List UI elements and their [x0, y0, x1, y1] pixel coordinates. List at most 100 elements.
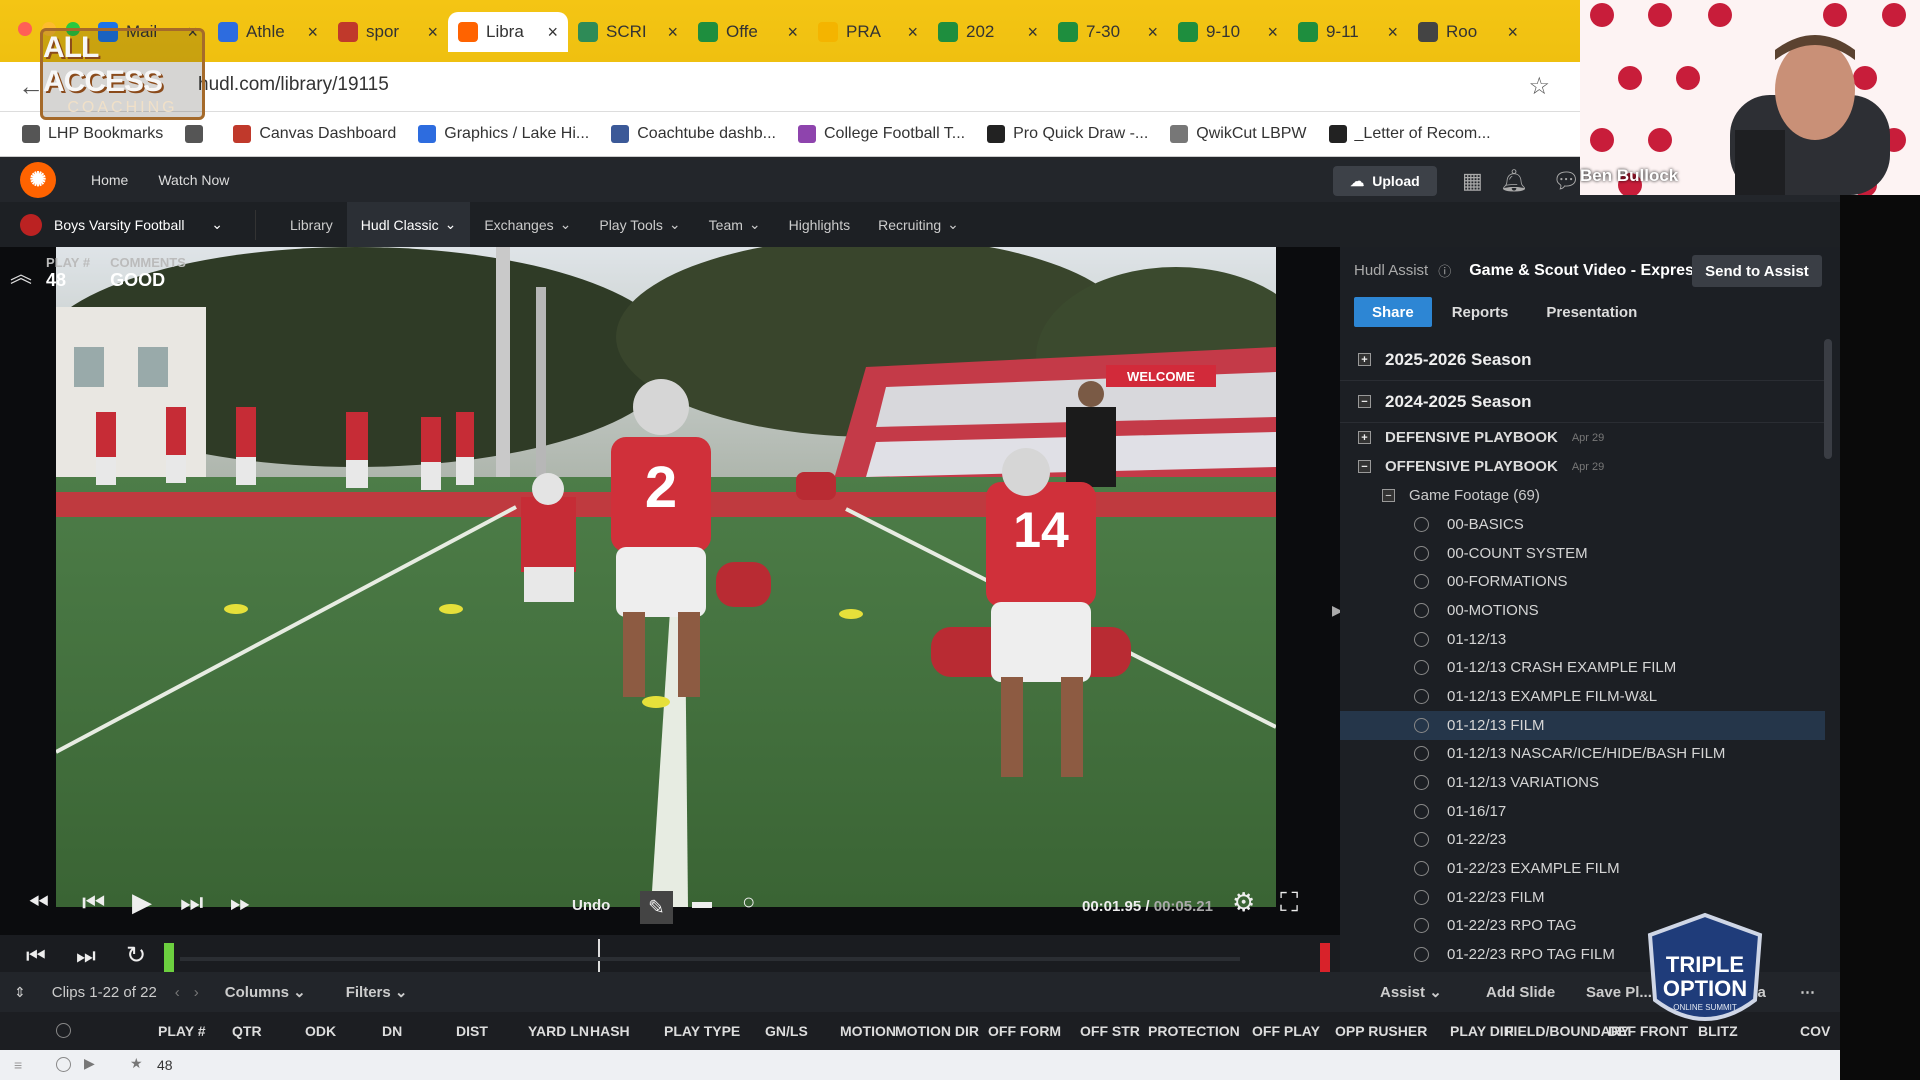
bookmark-item[interactable]: _Letter of Recom...	[1328, 125, 1491, 143]
item-radio[interactable]	[1414, 660, 1429, 676]
bell-icon[interactable]: 🔔︎	[1500, 168, 1528, 194]
bookmark-item[interactable]: Coachtube dashb...	[611, 125, 776, 143]
item-radio[interactable]	[1414, 746, 1429, 762]
column-header[interactable]: PLAY TYPE	[664, 1023, 740, 1039]
column-header[interactable]: ODK	[305, 1023, 336, 1039]
nav-watch-now[interactable]: Watch Now	[158, 172, 229, 188]
expand-plus-icon[interactable]: +	[1358, 431, 1371, 444]
tab-close-icon[interactable]: ×	[787, 22, 798, 43]
list-item[interactable]: 01-22/23 EXAMPLE FILM	[1340, 854, 1825, 883]
expand-plus-icon[interactable]: +	[1358, 353, 1371, 366]
calendar-icon[interactable]: ▦	[1462, 168, 1483, 194]
subnav-item[interactable]: Highlights	[775, 202, 864, 247]
prev-page-icon[interactable]: ‹	[175, 984, 180, 1001]
comment-icon[interactable]: ▬	[692, 891, 712, 914]
video-frame[interactable]: WELCOME 2 14	[56, 247, 1276, 907]
folder-row[interactable]: − Game Footage (69)	[1340, 481, 1825, 510]
tab-close-icon[interactable]: ×	[1267, 22, 1278, 43]
circle-tool-icon[interactable]: ○	[742, 889, 755, 915]
item-radio[interactable]	[1414, 775, 1429, 791]
browser-tab[interactable]: SCRI ×	[568, 12, 688, 52]
item-radio[interactable]	[1414, 717, 1429, 733]
row-play-icon[interactable]: ▶	[84, 1055, 95, 1072]
item-radio[interactable]	[1414, 803, 1429, 819]
list-item[interactable]: 00-FORMATIONS	[1340, 567, 1825, 596]
subnav-item[interactable]: Team ⌄	[695, 202, 775, 247]
user-name[interactable]: Ben Bullock	[1580, 166, 1678, 186]
bookmark-star-icon[interactable]: ☆	[1528, 72, 1550, 101]
tab-close-icon[interactable]: ×	[307, 22, 318, 43]
info-icon[interactable]: ⓘ	[1438, 261, 1451, 280]
bookmark-item[interactable]: LHP Bookmarks	[22, 125, 163, 143]
season-row[interactable]: +2025-2026 Season	[1340, 339, 1825, 381]
list-item[interactable]: 01-12/13 EXAMPLE FILM-W&L	[1340, 682, 1825, 711]
column-header[interactable]: OFF FORM	[988, 1023, 1061, 1039]
browser-tab[interactable]: Offe ×	[688, 12, 808, 52]
assist-dropdown[interactable]: Assist ⌄	[1380, 983, 1442, 1001]
tab-close-icon[interactable]: ×	[907, 22, 918, 43]
step-forward-icon[interactable]: ⏭︎	[180, 887, 203, 919]
add-slide-button[interactable]: Add Slide	[1486, 984, 1555, 1001]
panel-scrollbar[interactable]	[1824, 339, 1832, 459]
column-header[interactable]: DIST	[456, 1023, 488, 1039]
browser-tab[interactable]: 9-10 ×	[1168, 12, 1288, 52]
subnav-item[interactable]: Hudl Classic ⌄	[346, 202, 471, 247]
tab-close-icon[interactable]: ×	[1387, 22, 1398, 43]
bookmark-item[interactable]: QwikCut LBPW	[1170, 125, 1307, 143]
bookmark-item[interactable]	[185, 125, 211, 143]
column-header[interactable]: QTR	[232, 1023, 262, 1039]
select-all-radio[interactable]	[56, 1023, 71, 1038]
item-radio[interactable]	[1414, 688, 1429, 704]
item-radio[interactable]	[1414, 861, 1429, 877]
browser-tab[interactable]: 9-11 ×	[1288, 12, 1408, 52]
playbook-row[interactable]: − OFFENSIVE PLAYBOOK Apr 29	[1340, 452, 1825, 481]
list-item[interactable]: 01-12/13	[1340, 625, 1825, 654]
subnav-item[interactable]: Play Tools ⌄	[585, 202, 694, 247]
rewind-icon[interactable]: ⏪︎	[28, 887, 49, 919]
subnav-item[interactable]: Recruiting ⌄	[864, 202, 973, 247]
list-item[interactable]: 01-22/23	[1340, 826, 1825, 855]
hudl-logo-icon[interactable]: ✺	[20, 161, 56, 198]
browser-tab[interactable]: 202 ×	[928, 12, 1048, 52]
item-radio[interactable]	[1414, 889, 1429, 905]
playbook-row[interactable]: + DEFENSIVE PLAYBOOK Apr 29	[1340, 423, 1825, 452]
browser-tab[interactable]: PRA ×	[808, 12, 928, 52]
column-header[interactable]: MOTION	[840, 1023, 896, 1039]
drag-handle-icon[interactable]: ≡	[14, 1057, 22, 1073]
tab-close-icon[interactable]: ×	[547, 22, 558, 43]
next-page-icon[interactable]: ›	[194, 984, 199, 1001]
table-row[interactable]: ≡ ▶ ★ 48	[0, 1050, 1840, 1080]
url-field[interactable]: hudl.com/library/19115	[198, 74, 389, 96]
column-header[interactable]: YARD LN	[528, 1023, 589, 1039]
collapse-minus-icon[interactable]: −	[1358, 460, 1371, 473]
undo-button[interactable]: Undo	[572, 897, 610, 914]
column-header[interactable]: PROTECTION	[1148, 1023, 1240, 1039]
next-clip-icon[interactable]: ⏭︎	[76, 943, 96, 969]
browser-tab[interactable]: spor ×	[328, 12, 448, 52]
bookmark-item[interactable]: Graphics / Lake Hi...	[418, 125, 589, 143]
tab-close-icon[interactable]: ×	[667, 22, 678, 43]
first-clip-icon[interactable]: ⏮︎	[26, 943, 46, 969]
bookmark-item[interactable]: Pro Quick Draw -...	[987, 125, 1148, 143]
columns-dropdown[interactable]: Columns ⌄	[225, 983, 306, 1001]
column-header[interactable]: MOTION DIR	[895, 1023, 979, 1039]
sort-icon[interactable]: ⇕	[14, 984, 26, 1001]
item-radio[interactable]	[1414, 545, 1429, 561]
panel-tab[interactable]: Reports	[1434, 297, 1527, 327]
list-item[interactable]: 01-12/13 FILM	[1340, 710, 1825, 740]
collapse-minus-icon[interactable]: −	[1382, 489, 1395, 502]
column-header[interactable]: COV	[1800, 1023, 1830, 1039]
fast-forward-icon[interactable]: ⏩︎	[230, 887, 251, 919]
subnav-item[interactable]: Library	[276, 202, 347, 247]
tab-close-icon[interactable]: ×	[1147, 22, 1158, 43]
loop-icon[interactable]: ↻	[126, 941, 146, 970]
item-radio[interactable]	[1414, 516, 1429, 532]
nav-home[interactable]: Home	[91, 172, 128, 188]
column-header[interactable]: OFF STR	[1080, 1023, 1140, 1039]
list-item[interactable]: 01-22/23 FILM	[1340, 883, 1825, 912]
chat-icon[interactable]: 💬︎	[1552, 168, 1580, 194]
play-icon[interactable]: ▶	[132, 887, 152, 918]
item-radio[interactable]	[1414, 947, 1429, 963]
item-radio[interactable]	[1414, 918, 1429, 934]
row-radio[interactable]	[56, 1057, 71, 1072]
